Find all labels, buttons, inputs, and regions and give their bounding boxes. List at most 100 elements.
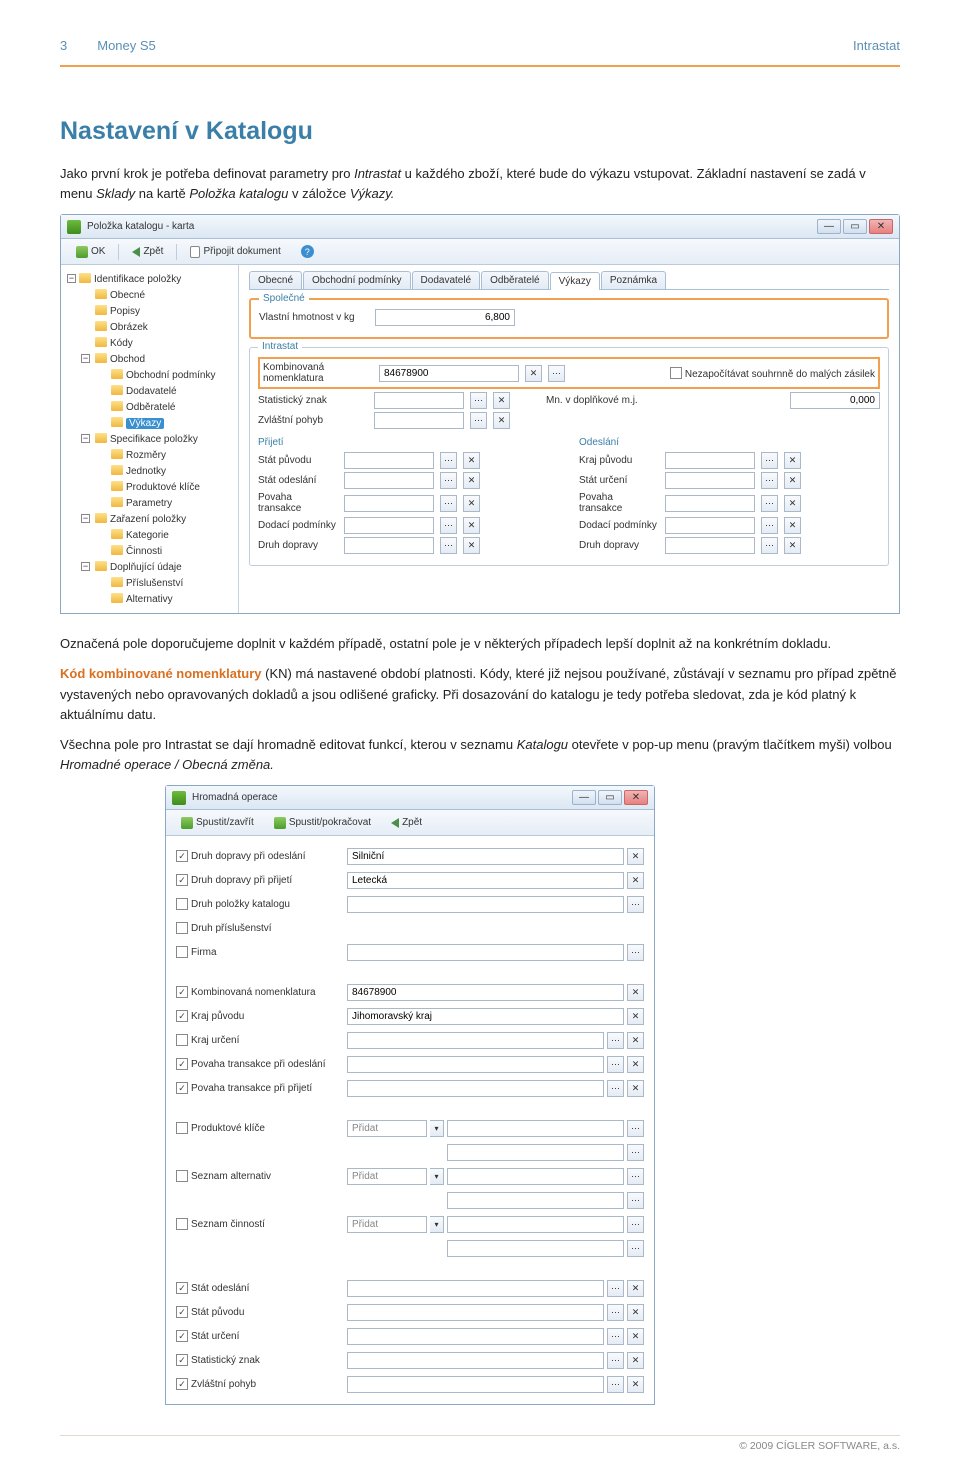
ell-button[interactable]: ⋯ [627,1144,644,1161]
tab[interactable]: Poznámka [601,271,666,289]
dropdown-arrow[interactable]: ▾ [430,1216,444,1233]
attach-document-button[interactable]: Připojit dokument [183,243,287,261]
field-input[interactable] [347,848,624,865]
kn-x-button[interactable]: ✕ [525,365,542,382]
ell-button[interactable]: ⋯ [607,1352,624,1369]
dropdown-arrow[interactable]: ▾ [430,1120,444,1137]
tab[interactable]: Výkazy [550,272,600,290]
minimize-button[interactable]: — [817,219,841,234]
x-button[interactable]: ✕ [627,1032,644,1049]
field-input[interactable] [347,896,624,913]
row-checkbox[interactable] [176,1306,188,1318]
x-button[interactable]: ✕ [627,1328,644,1345]
x-button[interactable]: ✕ [627,1056,644,1073]
chk-nezap[interactable] [670,367,682,379]
tree-item[interactable]: Činnosti [65,543,234,559]
row-checkbox[interactable] [176,986,188,998]
tree-item[interactable]: Obchodní podmínky [65,367,234,383]
row-checkbox[interactable] [176,850,188,862]
field-input[interactable] [347,1328,604,1345]
help-button[interactable]: ? [294,242,321,261]
x-button[interactable]: ✕ [627,1376,644,1393]
row-checkbox[interactable] [176,1354,188,1366]
ell-button[interactable]: ⋯ [607,1304,624,1321]
field-input[interactable] [347,1032,604,1049]
ell-button[interactable]: ⋯ [627,944,644,961]
row-checkbox[interactable] [176,898,188,910]
ell-button[interactable]: ⋯ [607,1056,624,1073]
input-dodaci-o[interactable] [665,517,755,534]
row-checkbox[interactable] [176,1282,188,1294]
field-input[interactable] [447,1216,624,1233]
ell-button[interactable]: ⋯ [627,1120,644,1137]
input-druh-o[interactable] [665,537,755,554]
tree-item[interactable]: Rozměry [65,447,234,463]
maximize-button[interactable]: ▭ [843,219,867,234]
row-checkbox[interactable] [176,1010,188,1022]
field-input[interactable] [347,1080,604,1097]
tree-item[interactable]: Produktové klíče [65,479,234,495]
zvl-x-button[interactable]: ✕ [493,412,510,429]
field-input[interactable] [347,944,624,961]
input-zvl[interactable] [374,412,464,429]
row-checkbox[interactable] [176,1122,188,1134]
x-button[interactable]: ✕ [627,1280,644,1297]
tab[interactable]: Dodavatelé [412,271,481,289]
ok-button[interactable]: OK [69,243,112,261]
tab[interactable]: Odběratelé [481,271,548,289]
ell-button[interactable]: ⋯ [627,1216,644,1233]
input-mn[interactable] [790,392,880,409]
field-input[interactable] [347,1304,604,1321]
tree-obchod[interactable]: −Obchod [65,351,234,367]
ell-button[interactable]: ⋯ [607,1080,624,1097]
input-druh-p[interactable] [344,537,434,554]
ell-button[interactable]: ⋯ [627,1240,644,1257]
x-button[interactable]: ✕ [627,1352,644,1369]
field-input[interactable] [347,1280,604,1297]
back-button[interactable]: Zpět [125,243,170,260]
close-button[interactable]: ✕ [624,790,648,805]
row-checkbox[interactable] [176,1170,188,1182]
field-input[interactable] [447,1120,624,1137]
tree-item[interactable]: Obrázek [65,319,234,335]
row-checkbox[interactable] [176,1058,188,1070]
input-povaha-o[interactable] [665,495,755,512]
combo-input[interactable] [347,1120,427,1137]
tree-item[interactable]: Jednotky [65,463,234,479]
statznak-ell-button[interactable]: ⋯ [470,392,487,409]
field-input-extra[interactable] [447,1240,624,1257]
x-button[interactable]: ✕ [627,872,644,889]
field-input[interactable] [347,872,624,889]
tree-item[interactable]: Obecné [65,287,234,303]
field-input[interactable] [347,984,624,1001]
ell-button[interactable]: ⋯ [607,1376,624,1393]
tree-item[interactable]: Popisy [65,303,234,319]
spustit-zavrit-button[interactable]: Spustit/zavřít [174,814,261,832]
x-button[interactable]: ✕ [627,984,644,1001]
input-dodaci-p[interactable] [344,517,434,534]
x-button[interactable]: ✕ [627,1304,644,1321]
tree-item[interactable]: Alternativy [65,591,234,607]
field-input-extra[interactable] [447,1192,624,1209]
tree-item[interactable]: Kategorie [65,527,234,543]
x-button[interactable]: ✕ [627,848,644,865]
ell-button[interactable]: ⋯ [607,1280,624,1297]
x-button[interactable]: ✕ [627,1008,644,1025]
input-stat-puv-p[interactable] [344,452,434,469]
row-checkbox[interactable] [176,874,188,886]
zpet-button[interactable]: Zpět [384,814,429,831]
row-checkbox[interactable] [176,922,188,934]
dropdown-arrow[interactable]: ▾ [430,1168,444,1185]
tree-item[interactable]: Odběratelé [65,399,234,415]
row-checkbox[interactable] [176,946,188,958]
input-povaha-p[interactable] [344,495,434,512]
x-button[interactable]: ✕ [627,1080,644,1097]
row-checkbox[interactable] [176,1330,188,1342]
close-button[interactable]: ✕ [869,219,893,234]
minimize-button[interactable]: — [572,790,596,805]
tree-item[interactable]: Příslušenství [65,575,234,591]
ell-button[interactable]: ⋯ [627,1168,644,1185]
ell-button[interactable]: ⋯ [627,896,644,913]
tree-spec[interactable]: −Specifikace položky [65,431,234,447]
maximize-button[interactable]: ▭ [598,790,622,805]
